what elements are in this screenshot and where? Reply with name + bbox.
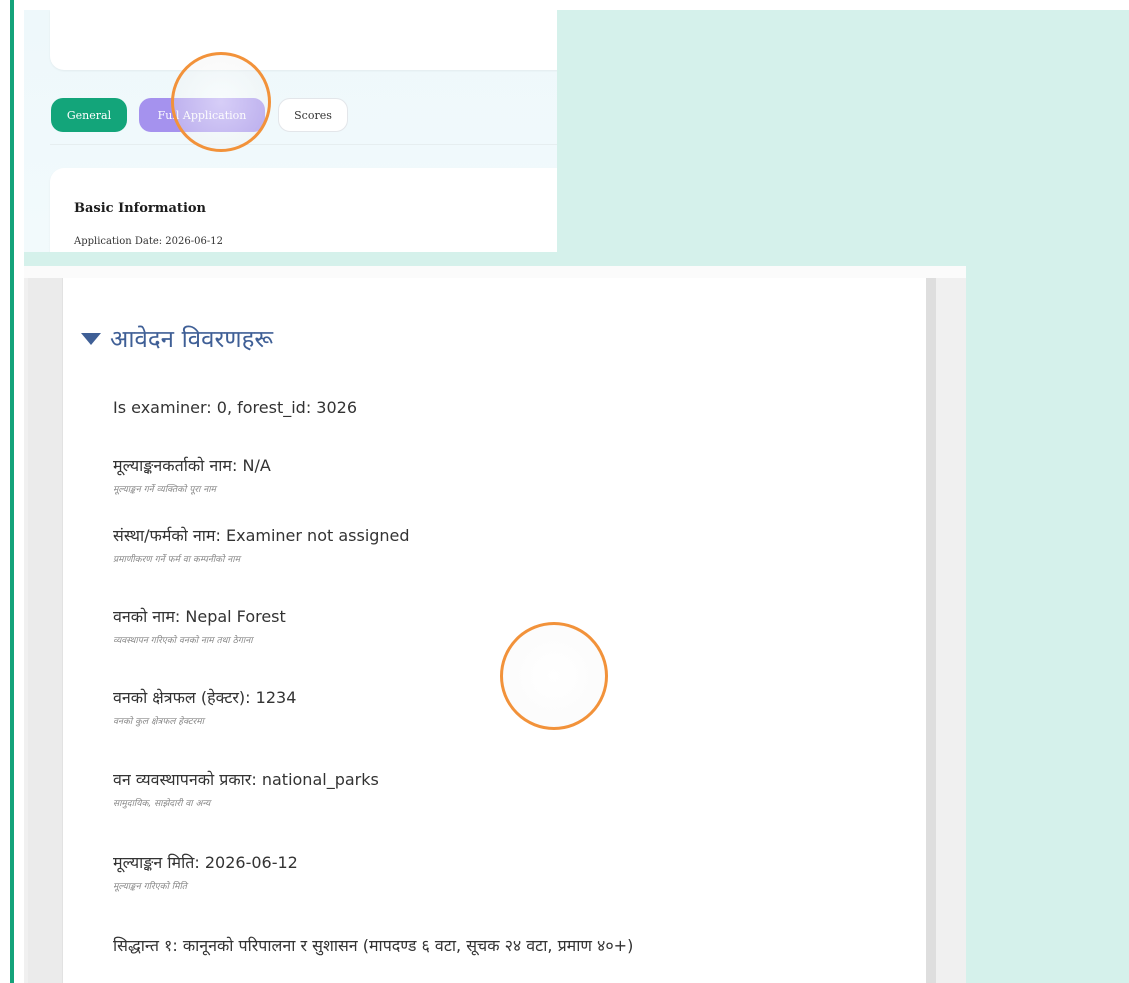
field-hint: मूल्याङ्कन गर्ने व्यक्तिको पूरा नाम bbox=[113, 485, 216, 495]
field-label: वन व्यवस्थापनको प्रकार: bbox=[113, 770, 257, 789]
field-label: वनको क्षेत्रफल (हेक्टर): bbox=[113, 688, 251, 707]
header-card bbox=[50, 10, 557, 70]
panel-left-margin bbox=[28, 278, 62, 983]
field-forest-name: वनको नाम: Nepal Forest व्यवस्थापन गरिएको… bbox=[113, 605, 286, 646]
application-date: Application Date: 2026-06-12 bbox=[74, 236, 223, 247]
field-examiner-name: मूल्याङ्कनकर्ताको नाम: N/A मूल्याङ्कन गर… bbox=[113, 454, 271, 495]
field-forest-area: वनको क्षेत्रफल (हेक्टर): 1234 वनको कुल क… bbox=[113, 686, 296, 727]
details-card: आवेदन विवरणहरू Is examiner: 0, forest_id… bbox=[62, 278, 926, 983]
field-label: वनको नाम: bbox=[113, 607, 181, 626]
field-evaluation-date: मूल्याङ्कन मिति: 2026-06-12 मूल्याङ्कन ग… bbox=[113, 851, 298, 892]
principle-text: सिद्धान्त १: कानूनको परिपालना र सुशासन (… bbox=[113, 936, 634, 955]
field-hint: प्रमाणीकरण गर्ने फर्म वा कम्पनीको नाम bbox=[113, 555, 240, 565]
field-value: national_parks bbox=[261, 770, 379, 789]
click-indicator bbox=[500, 622, 608, 730]
scrollbar-track[interactable] bbox=[926, 278, 936, 983]
field-value: Examiner not assigned bbox=[225, 526, 410, 545]
field-value: N/A bbox=[242, 456, 271, 475]
basic-information-card: Basic Information Application Date: 2026… bbox=[50, 168, 557, 252]
examiner-debug-line: Is examiner: 0, forest_id: 3026 bbox=[113, 398, 357, 417]
tab-divider bbox=[50, 144, 557, 145]
field-value: 1234 bbox=[255, 688, 297, 707]
details-section-toggle[interactable]: आवेदन विवरणहरू bbox=[81, 322, 273, 355]
tab-general[interactable]: General bbox=[51, 98, 127, 132]
field-firm-name: संस्था/फर्मको नाम: Examiner not assigned… bbox=[113, 524, 410, 565]
field-label: मूल्याङ्कन मिति: bbox=[113, 853, 200, 872]
field-value: 2026-06-12 bbox=[204, 853, 298, 872]
basic-information-title: Basic Information bbox=[74, 201, 206, 216]
tab-scores[interactable]: Scores bbox=[278, 98, 348, 132]
collapse-triangle-icon bbox=[81, 332, 101, 345]
application-tabs-panel: General Full Application Scores Basic In… bbox=[24, 10, 557, 252]
field-management-type: वन व्यवस्थापनको प्रकार: national_parks स… bbox=[113, 768, 379, 809]
field-hint: व्यवस्थापन गरिएको वनको नाम तथा ठेगाना bbox=[113, 636, 253, 646]
field-label: संस्था/फर्मको नाम: bbox=[113, 526, 221, 545]
panel-top-bar bbox=[24, 266, 966, 278]
field-hint: सामुदायिक, साझेदारी वा अन्य bbox=[113, 799, 211, 809]
principle-heading: सिद्धान्त १: कानूनको परिपालना र सुशासन (… bbox=[113, 934, 633, 956]
field-value: Nepal Forest bbox=[185, 607, 286, 626]
field-hint: वनको कुल क्षेत्रफल हेक्टरमा bbox=[113, 717, 204, 727]
field-label: मूल्याङ्कनकर्ताको नाम: bbox=[113, 456, 238, 475]
background-strip bbox=[24, 252, 557, 266]
click-indicator bbox=[171, 52, 271, 152]
debug-text: Is examiner: 0, forest_id: 3026 bbox=[113, 398, 358, 417]
field-hint: मूल्याङ्कन गरिएको मिति bbox=[113, 882, 187, 892]
details-section-title: आवेदन विवरणहरू bbox=[110, 325, 274, 353]
left-accent-bar bbox=[10, 0, 14, 983]
application-details-panel: आवेदन विवरणहरू Is examiner: 0, forest_id… bbox=[24, 266, 966, 983]
